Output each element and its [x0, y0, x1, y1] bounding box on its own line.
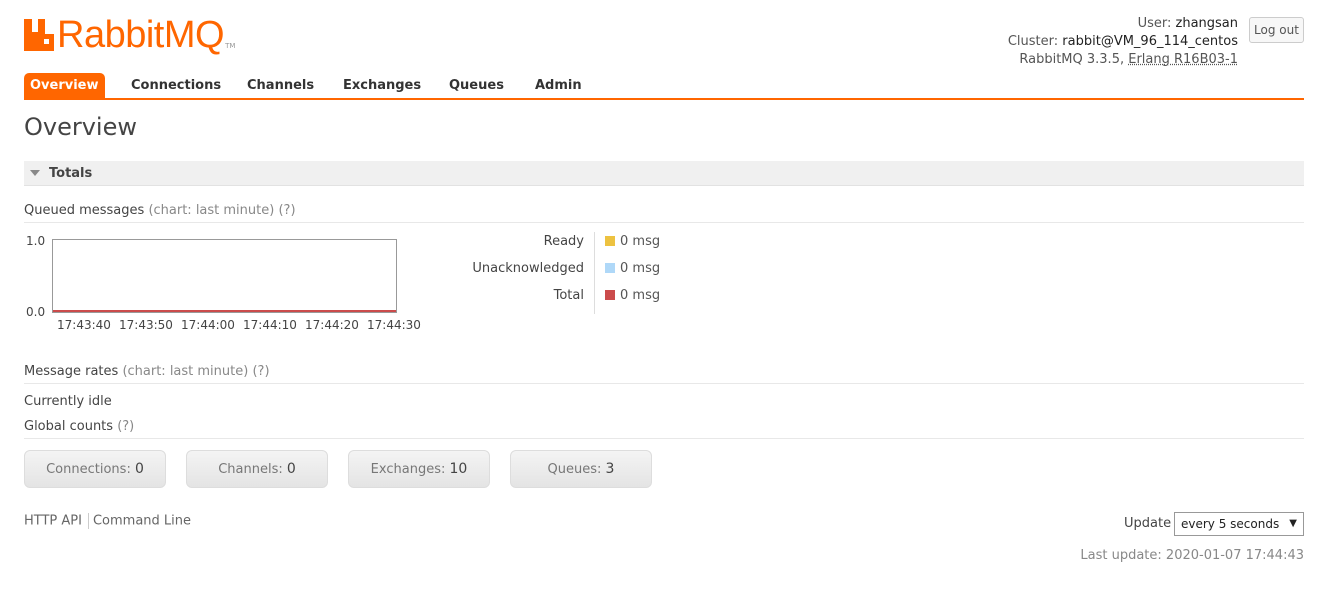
global-counts-heading: Global counts (?) — [24, 419, 1304, 439]
exchanges-count-value: 10 — [449, 461, 468, 477]
last-update-text: Last update: 2020-01-07 17:44:43 — [1080, 548, 1304, 563]
channels-count-label: Channels: — [218, 462, 283, 477]
x-tick-label: 17:44:10 — [243, 318, 297, 332]
x-tick-label: 17:44:00 — [181, 318, 235, 332]
tab-admin[interactable]: Admin — [535, 73, 582, 98]
queues-count-box[interactable]: Queues: 3 — [510, 450, 652, 488]
legend-ready-swatch — [605, 236, 615, 246]
chart-plot-area — [53, 310, 396, 312]
legend-unacked-label: Unacknowledged — [472, 261, 584, 276]
update-interval-select[interactable]: every 5 seconds ▼ — [1174, 512, 1304, 536]
message-rates-heading: Message rates (chart: last minute) (?) — [24, 364, 1304, 384]
login-details: User: zhangsan Cluster: rabbit@VM_96_114… — [1008, 15, 1238, 69]
logout-button[interactable]: Log out — [1249, 17, 1304, 43]
legend-ready-label: Ready — [543, 234, 584, 249]
rates-chart-range-link[interactable]: (chart: last minute) — [122, 364, 248, 379]
erlang-version: Erlang R16B03-1 — [1128, 52, 1238, 67]
queued-chart-range-link[interactable]: (chart: last minute) — [148, 203, 274, 218]
version-text: RabbitMQ 3.3.5, — [1019, 52, 1125, 67]
logo-text: RabbitMQ — [57, 14, 225, 56]
exchanges-count-box[interactable]: Exchanges: 10 — [348, 450, 490, 488]
footer-separator — [87, 513, 89, 529]
x-tick-label: 17:43:50 — [119, 318, 173, 332]
rabbitmq-logo-icon — [24, 19, 54, 51]
exchanges-count-label: Exchanges: — [370, 462, 446, 477]
cluster-label: Cluster: — [1007, 34, 1059, 49]
connections-count-box[interactable]: Connections: 0 — [24, 450, 166, 488]
legend-total-label: Total — [553, 288, 584, 303]
queued-messages-heading: Queued messages (chart: last minute) (?) — [24, 203, 1304, 223]
totals-title: Totals — [49, 165, 93, 181]
queued-messages-title: Queued messages — [24, 203, 145, 218]
collapse-triangle-icon — [30, 170, 40, 176]
connections-count-value: 0 — [134, 461, 144, 477]
tab-exchanges[interactable]: Exchanges — [343, 73, 421, 98]
logo-trademark: TM — [225, 42, 236, 50]
y-tick-label: 0.0 — [26, 305, 46, 319]
legend-total-swatch — [605, 290, 615, 300]
footer-links: HTTP API Command Line — [24, 513, 191, 529]
connections-count-label: Connections: — [46, 462, 131, 477]
channels-count-box[interactable]: Channels: 0 — [186, 450, 328, 488]
user-name: zhangsan — [1175, 16, 1239, 31]
tab-connections[interactable]: Connections — [131, 73, 221, 98]
global-counts-help-link[interactable]: (?) — [117, 419, 134, 434]
http-api-link[interactable]: HTTP API — [24, 514, 82, 529]
queued-messages-chart — [52, 239, 397, 313]
currently-idle-text: Currently idle — [24, 394, 112, 409]
rabbitmq-logo: RabbitMQ TM — [24, 14, 235, 54]
queued-help-link[interactable]: (?) — [278, 203, 295, 218]
x-tick-label: 17:43:40 — [57, 318, 111, 332]
main-tabs: Overview Connections Channels Exchanges … — [24, 73, 1304, 100]
legend-divider — [594, 232, 595, 314]
update-label: Update — [1124, 516, 1172, 531]
command-line-link[interactable]: Command Line — [93, 514, 191, 529]
x-tick-label: 17:44:30 — [367, 318, 421, 332]
chevron-down-icon: ▼ — [1289, 518, 1297, 529]
cluster-name: rabbit@VM_96_114_centos — [1062, 34, 1238, 49]
legend-ready-value: 0 msg — [620, 234, 661, 249]
rates-help-link[interactable]: (?) — [252, 364, 269, 379]
legend-total-value: 0 msg — [620, 288, 661, 303]
channels-count-value: 0 — [286, 461, 296, 477]
page-title: Overview — [24, 113, 137, 141]
y-tick-label: 1.0 — [26, 234, 46, 248]
queues-count-value: 3 — [605, 461, 615, 477]
tab-overview[interactable]: Overview — [24, 73, 105, 98]
legend-unacked-value: 0 msg — [620, 261, 661, 276]
update-interval-value: every 5 seconds — [1181, 517, 1280, 531]
totals-section-toggle[interactable]: Totals — [24, 161, 1304, 186]
tab-queues[interactable]: Queues — [449, 73, 504, 98]
message-rates-title: Message rates — [24, 364, 119, 379]
tab-channels[interactable]: Channels — [247, 73, 314, 98]
legend-unacked-swatch — [605, 263, 615, 273]
user-label: User: — [1137, 16, 1172, 31]
queues-count-label: Queues: — [547, 462, 602, 477]
global-counts-title: Global counts — [24, 419, 114, 434]
x-tick-label: 17:44:20 — [305, 318, 359, 332]
